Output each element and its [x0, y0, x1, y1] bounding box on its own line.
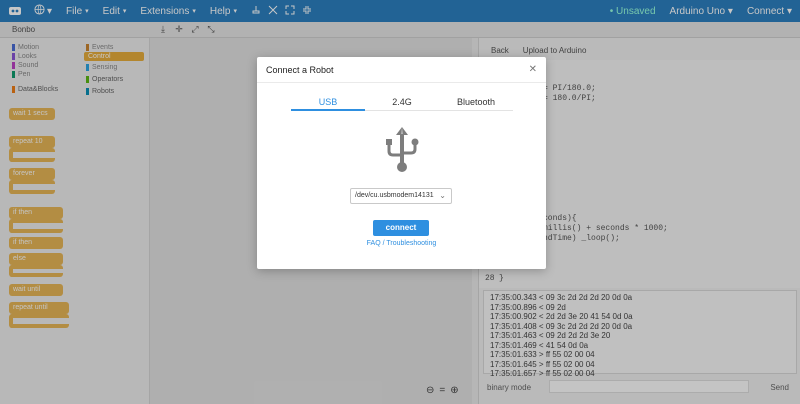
tab-bluetooth[interactable]: Bluetooth	[439, 91, 513, 110]
close-icon[interactable]: ✕	[529, 64, 537, 75]
faq-troubleshooting-link[interactable]: FAQ / Troubleshooting	[257, 240, 546, 247]
connection-tabs: USB 2.4G Bluetooth	[291, 91, 513, 111]
chevron-down-icon: ⌄	[439, 191, 446, 200]
tab-usb[interactable]: USB	[291, 91, 365, 111]
connect-robot-dialog: Connect a Robot ✕ USB 2.4G Bluetooth /de…	[257, 57, 546, 269]
connect-button[interactable]: connect	[373, 220, 429, 236]
usb-icon	[386, 127, 419, 172]
tab-2-4g[interactable]: 2.4G	[365, 91, 439, 110]
port-value: /dev/cu.usbmodem14131	[355, 192, 434, 199]
port-select[interactable]: /dev/cu.usbmodem14131 ⌄	[350, 188, 452, 204]
dialog-title: Connect a Robot	[266, 65, 334, 75]
